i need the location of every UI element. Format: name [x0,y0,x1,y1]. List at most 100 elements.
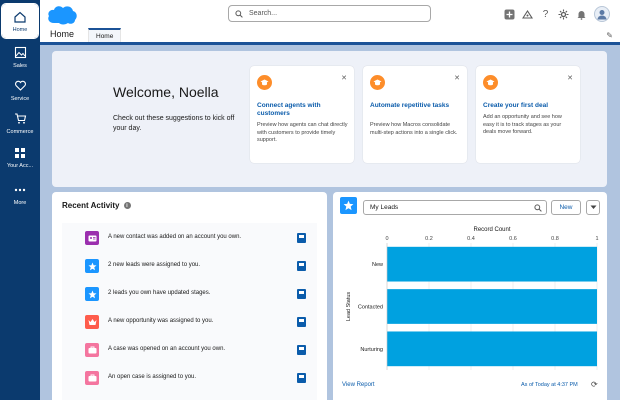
as-of-timestamp: As of Today at 4:37 PM [521,382,578,388]
activity-text: 2 new leads were assigned to you. [108,262,201,268]
rail-item-home[interactable]: Home [1,3,39,39]
y-tick-label: Nurturing [360,347,383,353]
card-title[interactable]: Create your first deal [483,102,575,110]
heart-icon [13,79,27,93]
search-icon [534,204,542,214]
x-tick-label: 1 [595,236,598,242]
activity-list: A new contact was added on an account yo… [62,223,317,400]
activity-text: An open case is assigned to you. [108,374,197,380]
save-icon[interactable] [297,233,306,243]
crown-icon [85,315,99,329]
briefcase-icon [85,343,99,357]
list-item[interactable]: A new contact was added on an account yo… [62,227,317,251]
rail-item-label: Sales [13,62,27,69]
ellipsis-icon [13,183,27,197]
suggestion-card-first-deal[interactable]: ✕ Create your first deal Add an opportun… [476,66,580,163]
add-icon[interactable] [504,9,515,20]
recent-activity-card: Recent Activity i A new contact was adde… [52,192,327,400]
card-description: Add an opportunity and see how easy it i… [483,114,562,135]
x-tick-label: 0 [385,236,388,242]
trailhead-icon[interactable] [522,9,533,20]
welcome-title: Welcome, Noella [113,84,219,100]
grid-icon [13,146,27,160]
help-icon[interactable]: ? [540,9,551,20]
activity-text: A new opportunity was assigned to you. [108,318,214,324]
edit-nav-icon[interactable]: ✎ [606,31,613,40]
welcome-subtitle: Check out these suggestions to kick off … [113,115,235,132]
list-item[interactable]: A new opportunity was assigned to you. [62,311,317,335]
close-icon[interactable]: ✕ [567,74,573,82]
x-tick-label: 0.8 [551,236,559,242]
save-icon[interactable] [297,373,306,383]
home-workspace: Welcome, Noella Check out these suggesti… [40,45,620,400]
rail-item-label: Service [10,95,30,102]
rail-item-label: Your Acc... [6,162,34,169]
activity-text: A case was opened on an account you own. [108,346,226,352]
list-item[interactable]: 2 leads you own have updated stages. [62,283,317,307]
activity-text: A new contact was added on an account yo… [108,234,242,240]
card-title[interactable]: Connect agents with customers [257,102,349,118]
lead-star-icon [340,197,357,214]
new-lead-button[interactable]: New [551,200,581,215]
app-name: Home [50,29,75,39]
save-icon[interactable] [297,345,306,355]
welcome-panel: Welcome, Noella Check out these suggesti… [52,51,607,187]
x-axis-title: Record Count [473,227,510,233]
lead-star-icon [85,259,99,273]
graduation-cap-icon [257,75,272,90]
app-rail: Home Sales Service Commerce Your Acc... … [0,0,40,400]
activity-text: 2 leads you own have updated stages. [108,290,211,296]
close-icon[interactable]: ✕ [341,74,347,82]
leads-chart-card: Record Count 0 0.2 0.4 0.6 0.8 1 Lead Status New… [333,192,607,400]
tab-home[interactable]: Home [88,28,122,42]
x-tick-label: 0.4 [467,236,475,242]
list-item[interactable]: 2 new leads were assigned to you. [62,255,317,279]
rail-item-service[interactable]: Service [2,73,38,107]
gear-icon[interactable] [558,9,569,20]
card-description: Preview how agents can chat directly wit… [257,122,348,143]
view-report-link[interactable]: View Report [342,382,375,388]
bar-contacted [387,289,597,324]
chevron-down-icon[interactable] [586,200,600,215]
info-icon[interactable]: i [123,202,131,209]
global-header: Search... ? [40,0,620,28]
lead-star-icon [85,287,99,301]
rail-item-commerce[interactable]: Commerce [2,106,38,140]
briefcase-icon [85,371,99,385]
list-item[interactable]: An open case is assigned to you. [62,367,317,391]
image-icon [13,46,27,60]
user-avatar[interactable] [594,6,610,22]
recent-activity-header: Recent Activity i [62,201,131,210]
save-icon[interactable] [297,289,306,299]
salesforce-logo[interactable] [46,4,78,26]
list-view-value: My Leads [370,204,399,211]
save-icon[interactable] [297,261,306,271]
app-navigation-bar: Home Home ✎ [40,28,620,45]
recent-activity-title: Recent Activity [62,201,120,210]
rail-item-sales[interactable]: Sales [2,40,38,74]
bar-nurturing [387,331,597,367]
list-item[interactable]: A case was opened on an account you own. [62,339,317,363]
bell-icon[interactable] [576,9,587,20]
card-title[interactable]: Automate repetitive tasks [370,102,462,110]
list-view-select[interactable]: My Leads [363,200,547,215]
refresh-icon[interactable]: ⟳ [591,380,598,389]
home-icon [13,10,27,24]
close-icon[interactable]: ✕ [454,74,460,82]
global-search-input[interactable]: Search... [228,5,431,22]
rail-item-more[interactable]: More [2,177,38,211]
suggestion-card-connect-agents[interactable]: ✕ Connect agents with customers Preview … [250,66,354,163]
header-utility-icons: ? [504,6,610,22]
cart-icon [13,112,27,126]
graduation-cap-icon [483,75,498,90]
x-tick-label: 0.2 [425,236,433,242]
y-tick-label: New [372,262,383,268]
x-tick-label: 0.6 [509,236,517,242]
contact-icon [85,231,99,245]
suggestion-card-automate-tasks[interactable]: ✕ Automate repetitive tasks Preview how … [363,66,467,163]
rail-item-your-account[interactable]: Your Acc... [2,140,38,174]
search-icon [235,5,243,23]
rail-item-label: Home [12,26,28,33]
rail-item-label: More [13,199,27,206]
save-icon[interactable] [297,317,306,327]
